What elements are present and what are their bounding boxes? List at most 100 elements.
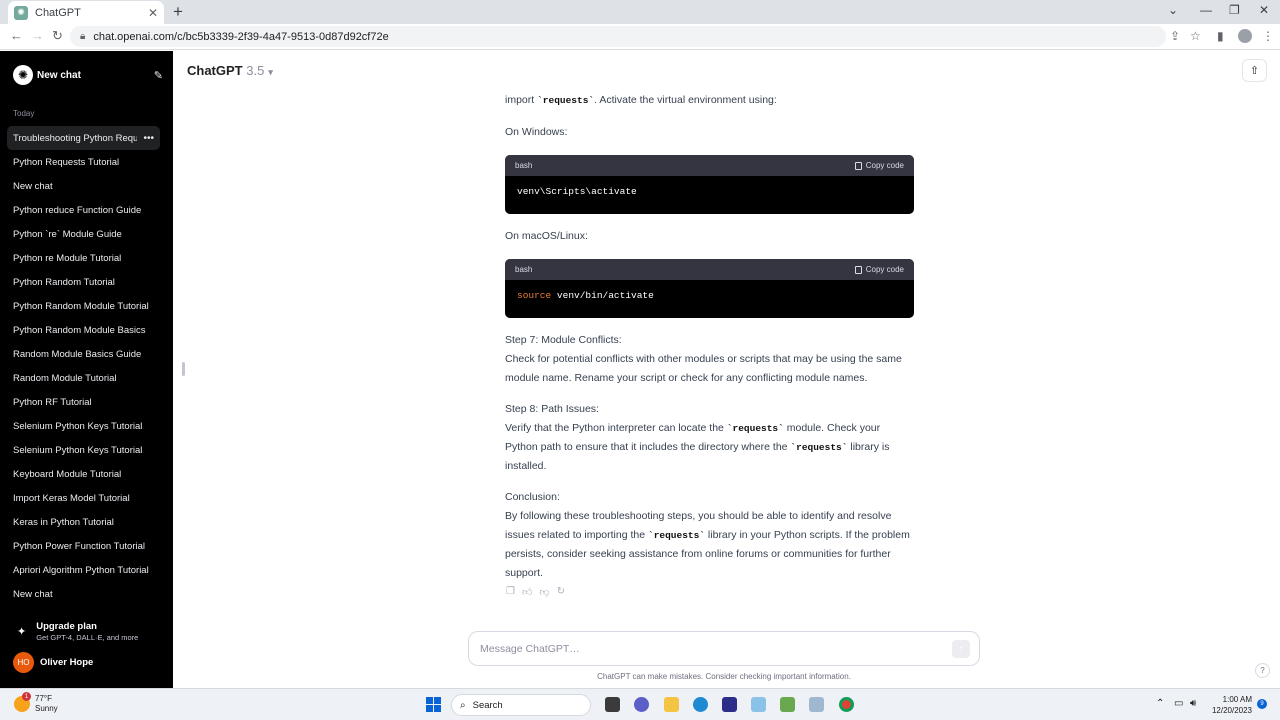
chat-history-item[interactable]: Python Requests Tutorial	[7, 150, 160, 174]
clock-time: 1:00 AM	[1222, 695, 1252, 704]
mac-linux-label: On macOS/Linux:	[505, 230, 588, 242]
chat-history-item[interactable]: Keras in Python Tutorial	[7, 510, 160, 534]
chrome-browser-icon[interactable]	[839, 697, 854, 712]
send-button[interactable]: ↑	[952, 640, 970, 658]
edit-icon[interactable]: ✎	[154, 69, 163, 82]
copy-code-button[interactable]: Copy code	[854, 156, 904, 175]
share-icon: ⇧	[1249, 65, 1260, 77]
model-selector[interactable]: ChatGPT 3.5 ▾	[187, 63, 273, 78]
code-block: bash Copy code venv\Scripts\activate	[505, 155, 914, 214]
new-chat-button[interactable]: ✺ New chat ✎	[7, 62, 163, 88]
address-bar[interactable]: 🔒︎ chat.openai.com/c/bc5b3339-2f39-4a47-…	[70, 26, 1166, 47]
back-arrow-icon[interactable]: ←	[10, 28, 23, 43]
chat-history-item[interactable]: Troubleshooting Python Requests •••	[7, 126, 160, 150]
chat-history-list: Troubleshooting Python Requests ••• Pyth…	[7, 126, 160, 606]
store-icon[interactable]	[722, 697, 737, 712]
notification-badge[interactable]: 9	[1257, 699, 1267, 709]
windows-taskbar: 1 77°F Sunny ⌕ Search ⌃ ▭ 🔊︎ 1:00 AM 12/…	[0, 688, 1280, 720]
chat-history-item[interactable]: New chat	[7, 174, 160, 198]
minimize-icon[interactable]: —	[1200, 3, 1212, 17]
step7-title: Step 7: Module Conflicts:	[505, 334, 622, 346]
weather-widget[interactable]: 1 77°F Sunny	[14, 692, 58, 714]
upgrade-subtitle: Get GPT-4, DALL·E, and more	[36, 633, 139, 642]
new-chat-label: New chat	[37, 69, 81, 81]
chat-history-item[interactable]: Import Keras Model Tutorial	[7, 486, 160, 510]
user-menu-button[interactable]: HO Oliver Hope	[13, 652, 93, 673]
chat-history-item[interactable]: Python re Module Tutorial	[7, 246, 160, 270]
taskbar-search[interactable]: ⌕ Search	[451, 694, 591, 716]
chat-history-item[interactable]: Selenium Python Keys Tutorial	[7, 414, 160, 438]
mail-app-icon[interactable]	[751, 697, 766, 712]
chat-history-item[interactable]: Python Power Function Tutorial	[7, 534, 160, 558]
edge-browser-icon[interactable]	[693, 697, 708, 712]
chatgpt-favicon-icon: ✺	[14, 5, 28, 20]
step8-body: Verify that the Python interpreter can l…	[505, 422, 890, 472]
thumbs-down-icon[interactable]: 👎︎	[539, 586, 549, 598]
close-window-icon[interactable]: ✕	[1259, 3, 1269, 17]
browser-menu-icon[interactable]: ⋮	[1262, 29, 1274, 43]
forward-arrow-icon[interactable]: →	[31, 28, 44, 43]
file-explorer-icon[interactable]	[664, 697, 679, 712]
clock-date: 12/20/2023	[1211, 706, 1252, 715]
taskbar-clock[interactable]: 1:00 AM 12/20/2023	[1210, 694, 1252, 716]
sidebar-toggle-handle[interactable]	[182, 362, 185, 376]
windows-start-icon[interactable]	[426, 697, 441, 712]
chat-history-item[interactable]: Random Module Basics Guide	[7, 342, 160, 366]
chat-history-item[interactable]: Python RF Tutorial	[7, 390, 160, 414]
model-name: ChatGPT	[187, 63, 243, 78]
restore-icon[interactable]: ❐	[1229, 3, 1240, 17]
chevron-down-icon: ▾	[268, 67, 273, 77]
share-button[interactable]: ⇧	[1242, 59, 1267, 82]
site-info-icon[interactable]: 🔒︎	[80, 31, 85, 42]
more-options-icon[interactable]: •••	[137, 133, 160, 144]
windows-label: On Windows:	[505, 126, 568, 138]
chat-history-item[interactable]: Python Random Tutorial	[7, 270, 160, 294]
url-text: chat.openai.com/c/bc5b3339-2f39-4a47-951…	[93, 30, 389, 43]
regenerate-icon[interactable]: ↻	[557, 586, 565, 598]
disclaimer-text: ChatGPT can make mistakes. Consider chec…	[597, 672, 851, 681]
chat-history-item[interactable]: Random Module Tutorial	[7, 366, 160, 390]
browser-tab[interactable]: ✺ ChatGPT ✕	[8, 1, 164, 24]
browser-toolbar: ← → ↻ 🔒︎ chat.openai.com/c/bc5b3339-2f39…	[0, 24, 1280, 50]
weather-badge: 1	[22, 692, 31, 701]
bookmark-star-icon[interactable]: ☆	[1190, 29, 1201, 43]
tab-search-chevron-icon[interactable]: ⌄	[1168, 3, 1178, 17]
step7-block: Step 7: Module Conflicts: Check for pote…	[505, 331, 915, 388]
copy-icon[interactable]: ❐	[506, 586, 515, 598]
chat-history-item[interactable]: New chat	[7, 582, 160, 606]
chat-history-item[interactable]: Python Random Module Basics	[7, 318, 160, 342]
task-view-icon[interactable]	[605, 697, 620, 712]
tray-chevron-up-icon[interactable]: ⌃	[1156, 698, 1164, 709]
chat-history-item[interactable]: Python reduce Function Guide	[7, 198, 160, 222]
sparkle-icon: ✦	[17, 626, 27, 638]
chat-history-item[interactable]: Python `re` Module Guide	[7, 222, 160, 246]
sidebar: ✺ New chat ✎ Today Troubleshooting Pytho…	[0, 51, 173, 688]
message-composer: ↑	[468, 631, 980, 666]
photos-app-icon[interactable]	[809, 697, 824, 712]
chat-history-item[interactable]: Apriori Algorithm Python Tutorial	[7, 558, 160, 582]
share-page-icon[interactable]: ⇪	[1170, 29, 1180, 43]
reload-icon[interactable]: ↻	[52, 28, 63, 44]
conclusion-body: By following these troubleshooting steps…	[505, 510, 910, 579]
upgrade-plan-button[interactable]: ✦ Upgrade plan Get GPT-4, DALL·E, and mo…	[13, 621, 138, 642]
chat-app-icon[interactable]	[634, 697, 649, 712]
volume-icon[interactable]: 🔊︎	[1190, 698, 1196, 709]
browser-tabbar: ✺ ChatGPT ✕ + ⌄ — ❐ ✕	[0, 0, 1280, 24]
chat-history-item[interactable]: Selenium Python Keys Tutorial	[7, 438, 160, 462]
weather-temp: 77°F	[35, 694, 52, 703]
chat-history-item[interactable]: Python Random Module Tutorial	[7, 294, 160, 318]
side-panel-icon[interactable]: ▮	[1217, 29, 1224, 43]
thumbs-up-icon[interactable]: 👍︎	[522, 586, 532, 598]
code-block-header: bash Copy code	[505, 155, 914, 176]
user-avatar: HO	[13, 652, 34, 673]
chat-history-item[interactable]: Keyboard Module Tutorial	[7, 462, 160, 486]
notepad-app-icon[interactable]	[780, 697, 795, 712]
network-icon[interactable]: ▭	[1174, 698, 1183, 709]
profile-avatar-icon[interactable]	[1238, 29, 1252, 43]
help-button[interactable]: ?	[1255, 663, 1270, 678]
new-tab-button[interactable]: +	[173, 2, 183, 22]
message-input[interactable]	[480, 642, 940, 655]
copy-code-button[interactable]: Copy code	[854, 260, 904, 279]
close-tab-icon[interactable]: ✕	[148, 6, 158, 20]
taskbar-search-label: Search	[472, 699, 503, 711]
